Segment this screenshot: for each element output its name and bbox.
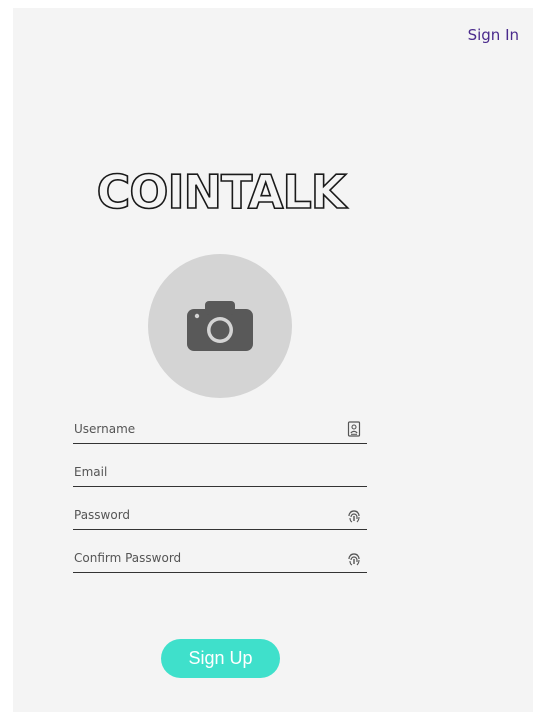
contact-card-icon <box>347 421 361 437</box>
fingerprint-icon <box>348 553 360 566</box>
avatar-picker[interactable] <box>148 254 292 398</box>
email-field <box>73 456 367 487</box>
sign-in-link[interactable]: Sign In <box>468 26 519 44</box>
email-input[interactable] <box>73 462 334 482</box>
cointalk-logo: COINTALK COINTALK <box>96 168 351 214</box>
password-field <box>73 499 367 530</box>
fingerprint-icon <box>348 510 360 523</box>
sign-up-button[interactable]: Sign Up <box>161 639 280 678</box>
username-input[interactable] <box>73 419 334 439</box>
confirm-password-field <box>73 542 367 573</box>
logo-text-inner-stroke: COINTALK <box>97 168 349 214</box>
username-field <box>73 413 367 444</box>
signup-window: Sign In COINTALK COINTALK Username Email… <box>13 8 533 712</box>
confirm-password-input[interactable] <box>73 548 334 568</box>
camera-icon <box>187 301 253 351</box>
password-input[interactable] <box>73 505 334 525</box>
